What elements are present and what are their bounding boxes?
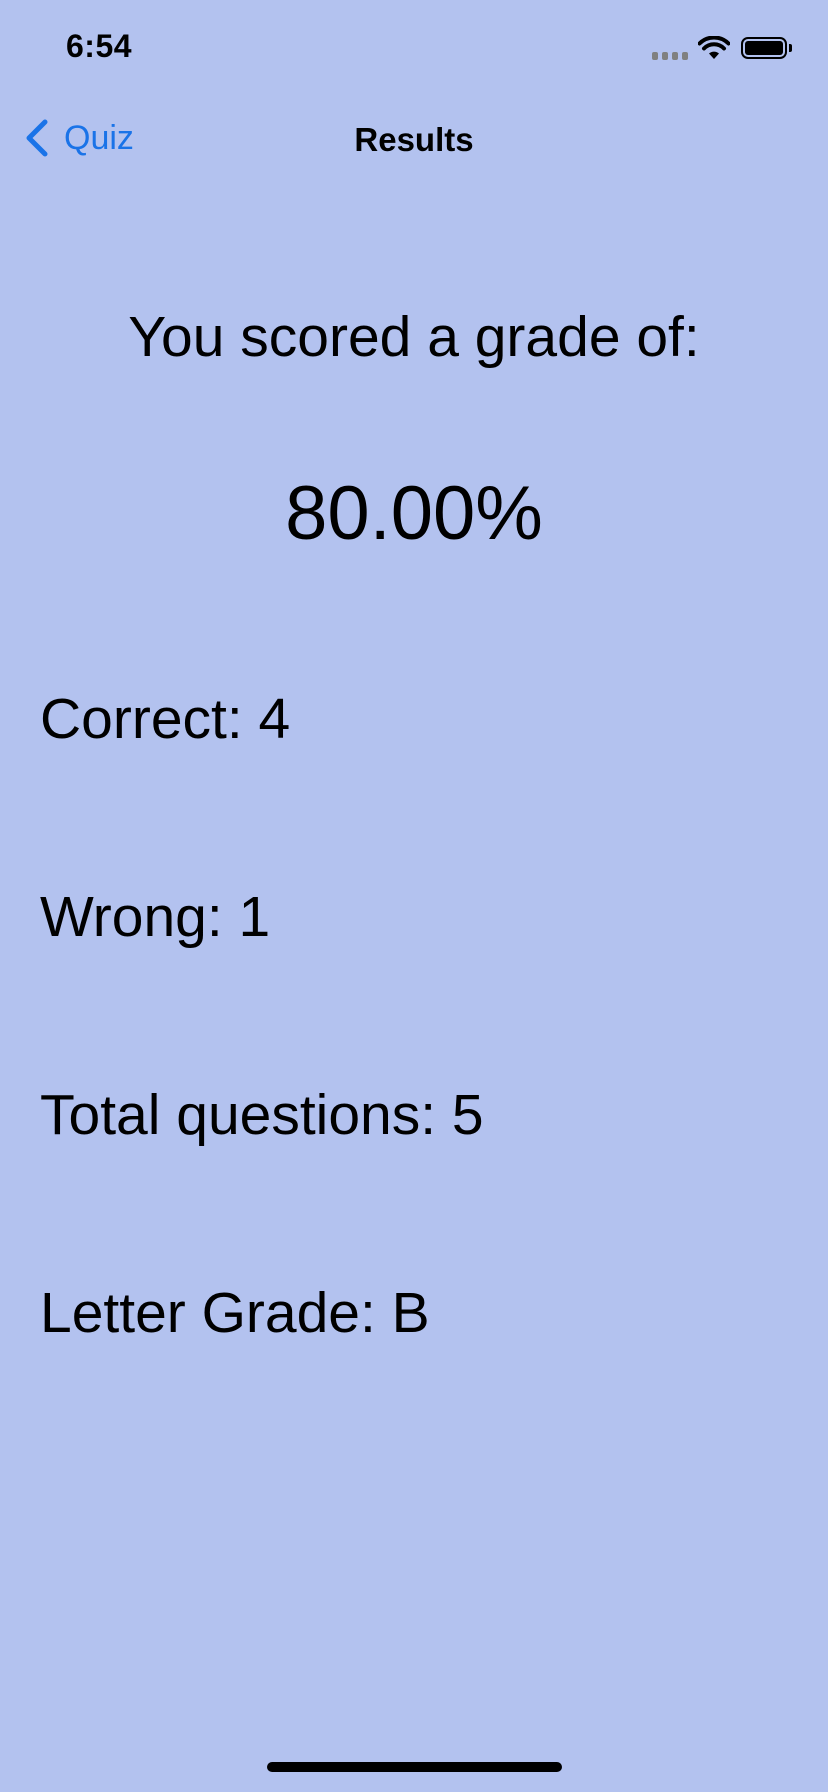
status-time: 6:54 [66,28,133,64]
home-indicator[interactable] [267,1762,562,1772]
status-bar: 6:54 [0,0,828,100]
letter-grade: Letter Grade: B [40,1281,430,1345]
page-title: Results [354,121,474,158]
cellular-signal-icon [652,52,688,60]
score-percent: 80.00% [285,471,543,556]
battery-icon [741,37,787,59]
correct-count: Correct: 4 [40,687,291,751]
total-questions: Total questions: 5 [40,1083,484,1147]
score-heading: You scored a grade of: [128,305,700,369]
wifi-icon [698,36,730,59]
battery-cap [789,44,792,52]
wrong-count: Wrong: 1 [40,885,271,949]
navigation-bar: Quiz Results [0,100,828,182]
